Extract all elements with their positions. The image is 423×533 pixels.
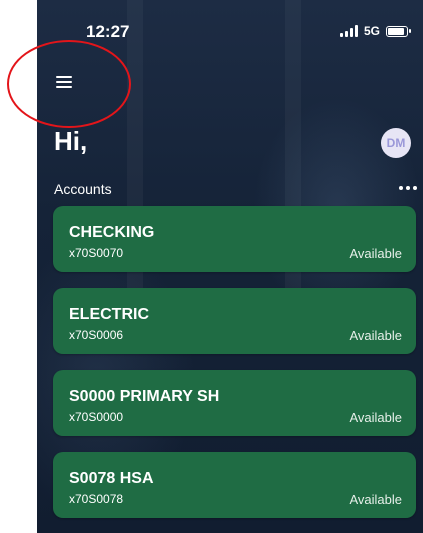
more-options-icon[interactable] [399,182,419,194]
account-status: Available [349,328,402,343]
account-number: x70S0006 [69,328,124,342]
account-card-primary-share[interactable]: S0000 PRIMARY SH x70S0000 Available [53,370,416,436]
account-card-checking[interactable]: CHECKING x70S0070 Available [53,206,416,272]
network-label: 5G [363,24,380,38]
hamburger-menu-icon[interactable] [56,74,76,90]
avatar[interactable]: DM [381,128,411,158]
account-name: ELECTRIC [69,306,149,323]
account-number: x70S0078 [69,492,124,506]
account-status: Available [349,492,402,507]
status-bar: 12:27 5G [37,0,423,66]
status-time: 12:27 [86,22,130,41]
account-number: x70S0070 [69,246,124,260]
account-number: x70S0000 [69,410,124,424]
account-name: S0000 PRIMARY SH [69,388,220,405]
status-indicators: 5G [339,24,411,38]
accounts-section-title: Accounts [54,181,112,197]
battery-icon [386,25,411,37]
account-status: Available [349,410,402,425]
account-card-hsa[interactable]: S0078 HSA x70S0078 Available [53,452,416,518]
account-card-electric[interactable]: ELECTRIC x70S0006 Available [53,288,416,354]
account-name: CHECKING [69,224,155,241]
greeting-text: Hi, [54,126,88,156]
signal-icon [339,25,358,37]
app-screen: 12:27 5G Hi, DM Accounts CHECKING x70S00… [37,0,423,533]
account-status: Available [349,246,402,261]
accounts-list: CHECKING x70S0070 Available ELECTRIC x70… [53,206,416,533]
account-name: S0078 HSA [69,470,154,487]
